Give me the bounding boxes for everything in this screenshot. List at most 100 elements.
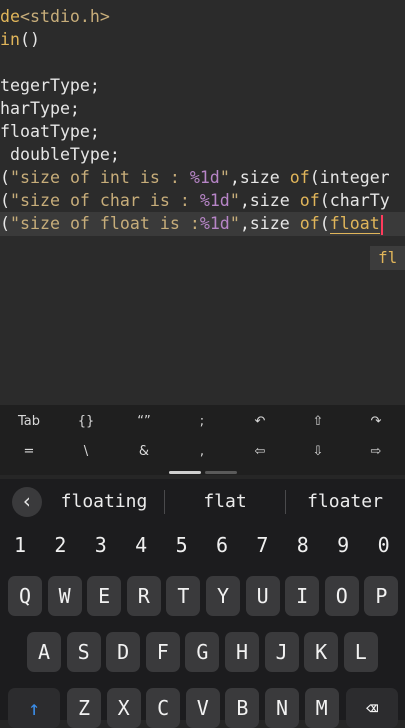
code-token: () xyxy=(19,30,40,49)
key-y[interactable]: Y xyxy=(206,576,240,616)
code-token: " xyxy=(219,168,230,187)
suggestion-item[interactable]: floating xyxy=(50,488,158,516)
key-x[interactable]: X xyxy=(106,688,141,728)
key-o[interactable]: O xyxy=(324,576,359,616)
number-key-1[interactable]: 1 xyxy=(1,531,39,559)
key-b[interactable]: B xyxy=(225,688,260,728)
code-token: "size of int is : xyxy=(10,168,190,187)
key-h[interactable]: H xyxy=(225,632,259,672)
divider xyxy=(285,490,286,514)
key-w[interactable]: W xyxy=(47,576,82,616)
key-l[interactable]: L xyxy=(343,632,378,672)
page-indicator xyxy=(205,471,237,474)
key-a[interactable]: A xyxy=(27,632,61,672)
key-f[interactable]: F xyxy=(145,632,180,672)
code-token: (charTy xyxy=(319,191,390,210)
arrow-up-key[interactable]: ⇧ xyxy=(289,407,347,437)
backslash-key[interactable]: \ xyxy=(57,437,115,467)
number-key-7[interactable]: 7 xyxy=(243,531,281,559)
autocomplete-item[interactable]: fl xyxy=(378,248,397,267)
arrow-down-key[interactable]: ⇩ xyxy=(289,437,347,467)
code-token: " xyxy=(229,214,240,233)
key-i[interactable]: I xyxy=(285,576,320,616)
arrow-left-key[interactable]: ⇦ xyxy=(231,437,289,467)
code-token: de xyxy=(0,7,20,26)
code-token: "size of float is : xyxy=(10,214,200,233)
number-key-8[interactable]: 8 xyxy=(284,531,322,559)
number-key-6[interactable]: 6 xyxy=(203,531,241,559)
redo-key[interactable]: ↷ xyxy=(347,407,405,437)
code-token: of xyxy=(289,168,310,187)
code-token: ( xyxy=(0,214,10,233)
code-line[interactable]: doubleType; xyxy=(0,144,120,166)
key-p[interactable]: P xyxy=(364,576,399,616)
number-key-3[interactable]: 3 xyxy=(82,531,120,559)
key-c[interactable]: C xyxy=(146,688,181,728)
comma-key[interactable]: , xyxy=(173,437,231,467)
code-line[interactable]: de<stdio.h> xyxy=(0,6,110,28)
number-key-5[interactable]: 5 xyxy=(163,531,201,559)
number-key-4[interactable]: 4 xyxy=(122,531,160,559)
code-token: <stdio.h> xyxy=(19,7,110,26)
code-token: "size of char is : xyxy=(10,191,200,210)
code-token: (integer xyxy=(309,168,390,187)
code-editor[interactable]: de<stdio.h> in() tegerType; harType; floatTy… xyxy=(0,0,405,405)
key-z[interactable]: Z xyxy=(67,688,101,728)
equals-key[interactable]: = xyxy=(0,437,58,467)
key-e[interactable]: E xyxy=(87,576,122,616)
key-j[interactable]: J xyxy=(264,632,299,672)
key-q[interactable]: Q xyxy=(8,576,42,616)
autocomplete-popup[interactable]: fl xyxy=(370,246,405,270)
key-m[interactable]: M xyxy=(304,688,339,728)
shift-arrow-icon[interactable]: ↑ xyxy=(8,688,60,728)
page-indicator-active xyxy=(169,471,201,474)
key-t[interactable]: T xyxy=(166,576,201,616)
number-key-0[interactable]: 0 xyxy=(365,531,403,559)
code-token: ( xyxy=(0,191,10,210)
code-line[interactable]: ("size of int is : %1d",size of(integer xyxy=(0,167,390,189)
tab-key[interactable]: Tab xyxy=(0,407,58,437)
code-token: ,size xyxy=(239,191,300,210)
key-g[interactable]: G xyxy=(185,632,220,672)
code-token: %1d xyxy=(189,168,220,187)
code-token: floatType; xyxy=(0,122,100,141)
key-u[interactable]: U xyxy=(245,576,280,616)
code-token: of xyxy=(299,214,320,233)
code-token: tegerType; xyxy=(0,76,100,95)
code-token: ,size xyxy=(229,168,290,187)
code-line[interactable]: ("size of float is :%1d",size of(float xyxy=(0,213,383,235)
braces-key[interactable]: {} xyxy=(57,407,115,437)
semicolon-key[interactable]: ; xyxy=(173,407,231,437)
code-token: of xyxy=(299,191,320,210)
code-token: ( xyxy=(319,214,330,233)
key-r[interactable]: R xyxy=(126,576,161,616)
code-token: in xyxy=(0,30,20,49)
ampersand-key[interactable]: & xyxy=(115,437,173,467)
suggestion-item[interactable]: floater xyxy=(290,488,400,516)
key-s[interactable]: S xyxy=(66,632,101,672)
number-key-9[interactable]: 9 xyxy=(324,531,362,559)
code-token: harType; xyxy=(0,99,80,118)
divider xyxy=(164,490,165,514)
backspace-icon[interactable]: ⌫ xyxy=(346,688,398,728)
arrow-right-key[interactable]: ⇨ xyxy=(347,437,405,467)
key-k[interactable]: K xyxy=(304,632,339,672)
code-token: %1d xyxy=(199,214,230,233)
code-line[interactable]: floatType; xyxy=(0,121,100,143)
quotes-key[interactable]: “” xyxy=(115,407,173,437)
code-token: %1d xyxy=(199,191,230,210)
key-n[interactable]: N xyxy=(265,688,299,728)
code-line[interactable]: in() xyxy=(0,29,40,51)
code-line[interactable]: ("size of char is : %1d",size of(charTy xyxy=(0,190,390,212)
chevron-left-icon[interactable]: ‹ xyxy=(12,487,42,517)
suggestion-item[interactable]: flat xyxy=(170,488,280,516)
undo-key[interactable]: ↶ xyxy=(231,407,289,437)
code-line[interactable]: tegerType; xyxy=(0,75,100,97)
key-v[interactable]: V xyxy=(185,688,220,728)
code-token: " xyxy=(229,191,240,210)
code-token: doubleType; xyxy=(0,145,120,164)
code-line[interactable]: harType; xyxy=(0,98,80,120)
code-token: ,size xyxy=(239,214,300,233)
key-d[interactable]: D xyxy=(106,632,141,672)
number-key-2[interactable]: 2 xyxy=(41,531,79,559)
